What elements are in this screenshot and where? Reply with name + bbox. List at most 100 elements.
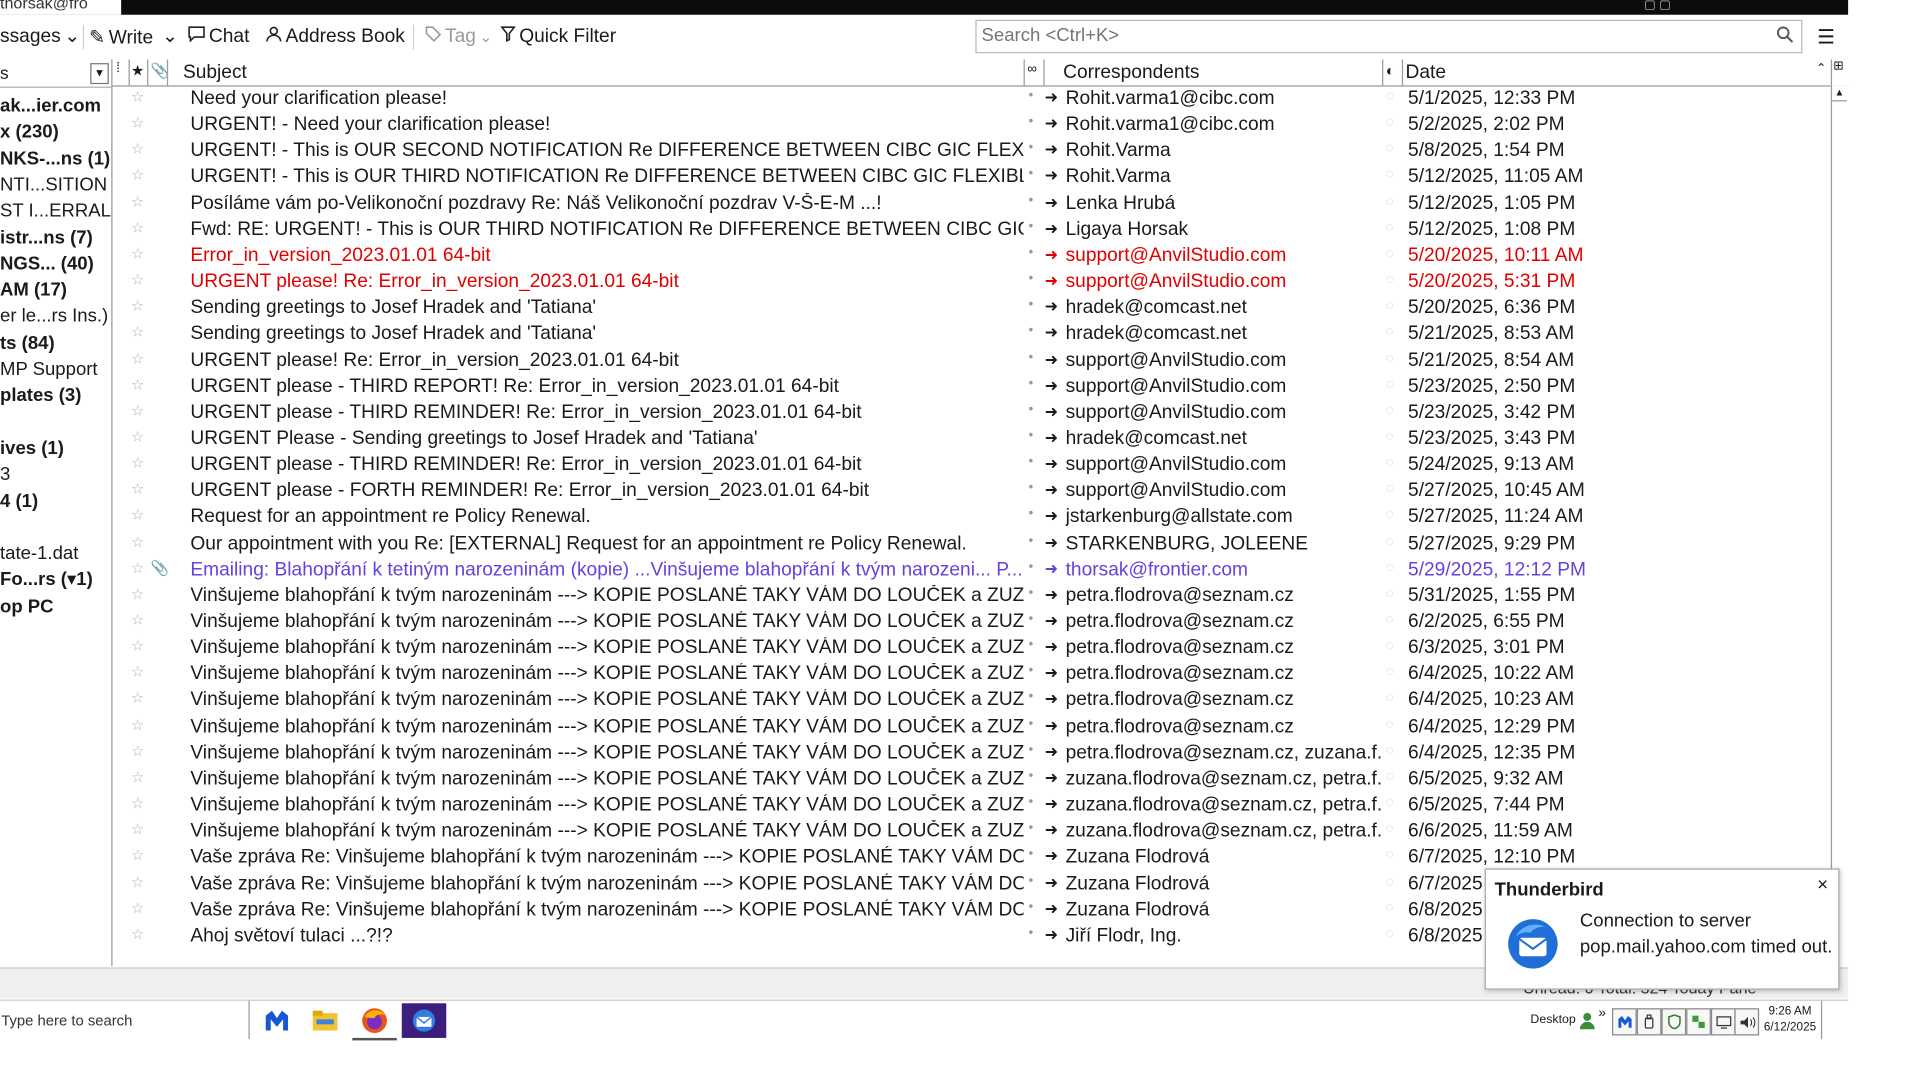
get-messages-button[interactable]: ssages bbox=[0, 26, 61, 48]
folder-item[interactable]: 3 bbox=[0, 463, 10, 487]
junk-status-icon[interactable]: ◌ bbox=[1386, 769, 1394, 784]
junk-status-icon[interactable]: ◌ bbox=[1386, 508, 1394, 523]
correspondents-column-header[interactable]: Correspondents bbox=[1063, 62, 1199, 84]
thread-column-icon[interactable]: ⁞ bbox=[116, 61, 120, 76]
folder-item[interactable]: istr...ns (7) bbox=[0, 226, 93, 250]
read-status-dot-icon[interactable]: • bbox=[1029, 690, 1034, 705]
junk-status-icon[interactable]: ◌ bbox=[1386, 246, 1394, 261]
star-icon[interactable]: ☆ bbox=[131, 925, 144, 942]
write-button[interactable]: ✎ Write bbox=[89, 26, 153, 50]
folder-item[interactable]: 4 (1) bbox=[0, 489, 38, 513]
folder-item[interactable]: Fo...rs (▾1) bbox=[0, 568, 93, 592]
junk-status-icon[interactable]: ◌ bbox=[1386, 665, 1394, 680]
get-messages-dropdown[interactable]: ⌄ bbox=[64, 25, 80, 49]
junk-status-icon[interactable]: ◌ bbox=[1386, 586, 1394, 601]
junk-status-icon[interactable]: ◌ bbox=[1386, 612, 1394, 627]
close-icon[interactable]: × bbox=[1817, 875, 1828, 896]
address-book-button[interactable]: Address Book bbox=[266, 26, 405, 48]
star-icon[interactable]: ☆ bbox=[131, 768, 144, 785]
message-row[interactable]: ☆ Vinšujeme blahopřání k tvým narozeninám… bbox=[112, 793, 1830, 819]
star-icon[interactable]: ☆ bbox=[131, 742, 144, 759]
read-status-dot-icon[interactable]: • bbox=[1029, 559, 1034, 574]
star-icon[interactable]: ☆ bbox=[131, 140, 144, 157]
folder-item[interactable]: op PC bbox=[0, 595, 54, 619]
star-icon[interactable]: ☆ bbox=[131, 192, 144, 209]
message-list-scrollbar[interactable]: ▲ bbox=[1830, 85, 1849, 967]
folder-item[interactable]: ak...ier.com bbox=[0, 94, 101, 118]
star-icon[interactable]: ☆ bbox=[131, 166, 144, 183]
read-status-dot-icon[interactable]: • bbox=[1029, 271, 1034, 286]
volume-icon[interactable] bbox=[1734, 1008, 1760, 1036]
junk-status-icon[interactable]: ◌ bbox=[1386, 534, 1394, 549]
junk-status-icon[interactable]: ◌ bbox=[1386, 691, 1394, 706]
subject-column-header[interactable]: Subject bbox=[183, 62, 247, 84]
message-row[interactable]: ☆ URGENT please - THIRD REMINDER! Re: Err… bbox=[112, 401, 1830, 427]
read-status-dot-icon[interactable]: • bbox=[1029, 323, 1034, 338]
read-status-dot-icon[interactable]: • bbox=[1029, 716, 1034, 731]
junk-status-icon[interactable]: ◌ bbox=[1386, 194, 1394, 209]
read-status-dot-icon[interactable]: • bbox=[1029, 847, 1034, 862]
search-icon[interactable] bbox=[1776, 26, 1794, 50]
star-icon[interactable]: ☆ bbox=[131, 559, 144, 576]
star-icon[interactable]: ☆ bbox=[131, 245, 144, 262]
folder-item[interactable]: ives (1) bbox=[0, 437, 64, 461]
star-icon[interactable]: ☆ bbox=[131, 899, 144, 916]
junk-status-icon[interactable]: ◌ bbox=[1386, 717, 1394, 732]
star-icon[interactable]: ☆ bbox=[131, 794, 144, 811]
read-status-dot-icon[interactable]: • bbox=[1029, 768, 1034, 783]
message-row[interactable]: ☆ URGENT please! Re: Error_in_version_202… bbox=[112, 348, 1830, 374]
read-status-dot-icon[interactable]: • bbox=[1029, 820, 1034, 835]
star-icon[interactable]: ☆ bbox=[131, 114, 144, 131]
junk-status-icon[interactable]: ◌ bbox=[1386, 926, 1394, 941]
read-status-dot-icon[interactable]: • bbox=[1029, 480, 1034, 495]
folder-item[interactable]: ts (84) bbox=[0, 331, 55, 355]
star-icon[interactable]: ☆ bbox=[131, 88, 144, 105]
message-row[interactable]: ☆ Sending greetings to Josef Hradek and '… bbox=[112, 296, 1830, 322]
message-row[interactable]: ☆ URGENT please! Re: Error_in_version_202… bbox=[112, 270, 1830, 296]
star-icon[interactable]: ☆ bbox=[131, 402, 144, 419]
read-status-dot-icon[interactable]: • bbox=[1029, 402, 1034, 417]
star-icon[interactable]: ☆ bbox=[131, 585, 144, 602]
junk-status-icon[interactable]: ◌ bbox=[1386, 482, 1394, 497]
tag-button[interactable]: Tag ⌄ bbox=[425, 26, 492, 48]
message-row[interactable]: ☆ URGENT! - Need your clarification pleas… bbox=[112, 113, 1830, 139]
message-row[interactable]: ☆ Vinšujeme blahopřání k tvým narozeninám… bbox=[112, 715, 1830, 741]
star-icon[interactable]: ☆ bbox=[131, 716, 144, 733]
junk-status-icon[interactable]: ◌ bbox=[1386, 220, 1394, 235]
star-icon[interactable]: ☆ bbox=[131, 820, 144, 837]
star-icon[interactable]: ☆ bbox=[131, 506, 144, 523]
message-row[interactable]: ☆ Vinšujeme blahopřání k tvým narozeninám… bbox=[112, 584, 1830, 610]
folder-item[interactable]: NKS-...ns (1) bbox=[0, 147, 110, 171]
star-icon[interactable]: ☆ bbox=[131, 271, 144, 288]
star-icon[interactable]: ☆ bbox=[131, 480, 144, 497]
junk-status-icon[interactable]: ◌ bbox=[1386, 429, 1394, 444]
read-status-dot-icon[interactable]: • bbox=[1029, 192, 1034, 207]
chat-button[interactable]: Chat bbox=[188, 26, 249, 48]
junk-status-icon[interactable]: ◌ bbox=[1386, 115, 1394, 130]
read-status-dot-icon[interactable]: • bbox=[1029, 585, 1034, 600]
window-buttons[interactable]: ▢ ▢ bbox=[1644, 0, 1671, 12]
people-icon[interactable] bbox=[1576, 1008, 1598, 1033]
read-status-dot-icon[interactable]: • bbox=[1029, 506, 1034, 521]
folder-item[interactable]: x (230) bbox=[0, 120, 59, 144]
message-row[interactable]: ☆ Posíláme vám po-Velikonoční pozdravy Re… bbox=[112, 191, 1830, 217]
monitor-icon[interactable] bbox=[1710, 1008, 1736, 1036]
star-icon[interactable]: ☆ bbox=[131, 873, 144, 890]
folder-item[interactable]: MP Support bbox=[0, 358, 98, 382]
message-row[interactable]: ☆ Vinšujeme blahopřání k tvým narozeninám… bbox=[112, 610, 1830, 636]
read-status-dot-icon[interactable]: • bbox=[1029, 794, 1034, 809]
folder-item[interactable]: AM (17) bbox=[0, 278, 67, 302]
desktop-toolbar-label[interactable]: Desktop bbox=[1530, 1013, 1575, 1051]
star-icon[interactable]: ☆ bbox=[131, 533, 144, 550]
message-row[interactable]: ☆ Vinšujeme blahopřání k tvým narozeninám… bbox=[112, 819, 1830, 845]
folder-item[interactable]: plates (3) bbox=[0, 384, 81, 408]
folder-item[interactable]: NTI...SITION bbox=[0, 173, 107, 197]
file-explorer-app-icon[interactable] bbox=[303, 1003, 348, 1038]
star-icon[interactable]: ☆ bbox=[131, 637, 144, 654]
junk-status-icon[interactable]: ◌ bbox=[1386, 743, 1394, 758]
message-row[interactable]: ☆ 📎 Emailing: Blahopřání k tetiným narozen… bbox=[112, 558, 1830, 584]
star-icon[interactable]: ☆ bbox=[131, 219, 144, 236]
write-dropdown[interactable]: ⌄ bbox=[162, 25, 178, 49]
folder-item[interactable]: ST I...ERRALS bbox=[0, 199, 111, 223]
junk-status-icon[interactable]: ◌ bbox=[1386, 848, 1394, 863]
